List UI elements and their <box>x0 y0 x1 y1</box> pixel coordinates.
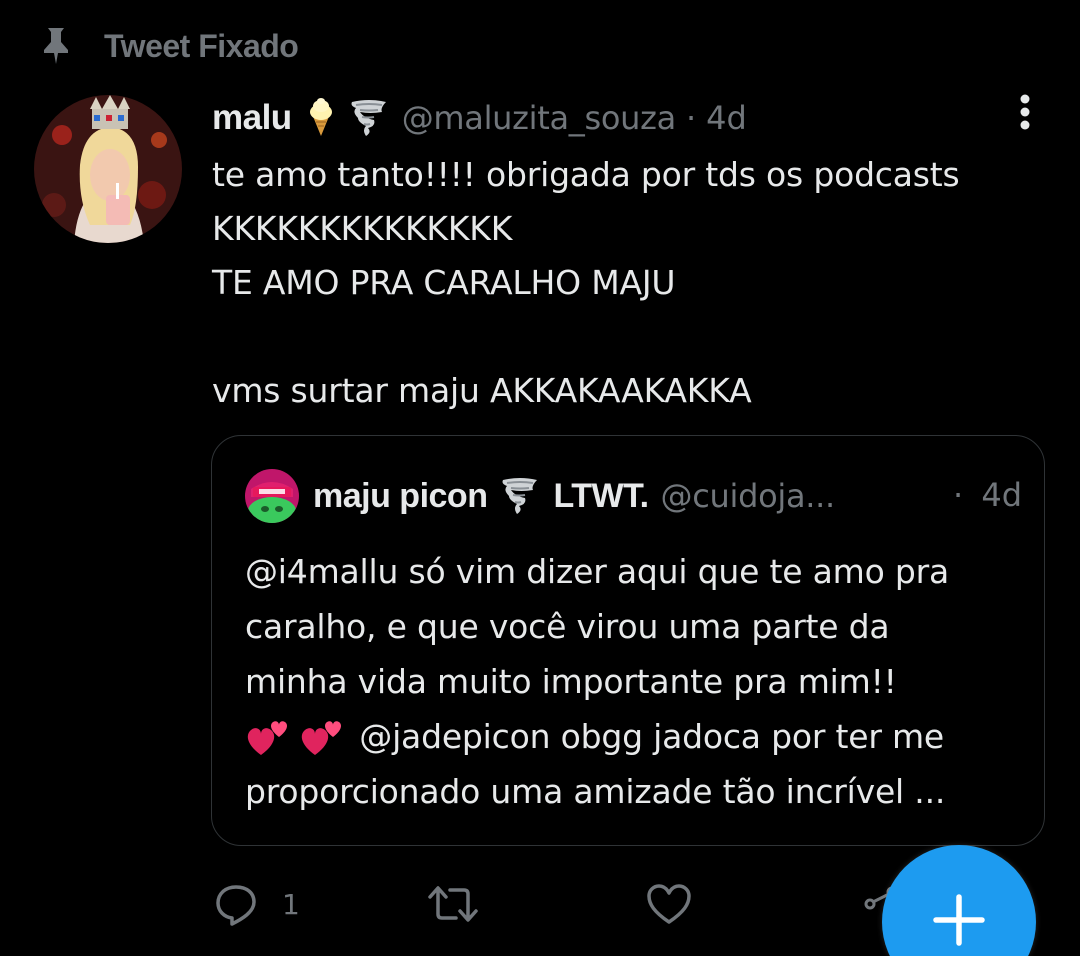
separator-dot: · <box>952 476 964 514</box>
tweet-text: te amo tanto!!!! obrigada por tds os pod… <box>212 148 1062 418</box>
quote-author-name: maju picon <box>313 476 488 515</box>
compose-tweet-button[interactable] <box>882 845 1036 956</box>
reply-icon <box>216 885 256 926</box>
two-hearts-emoji <box>301 720 341 755</box>
quote-text-line: proporcionado uma amizade tão incrível .… <box>245 772 946 811</box>
pinned-tweet-header: Tweet Fixado <box>38 26 299 66</box>
tweet-text-line: TE AMO PRA CARALHO MAJU <box>212 263 676 302</box>
retweet-icon <box>428 886 478 922</box>
like-button[interactable] <box>646 880 692 928</box>
quote-time: 4d <box>981 476 1022 514</box>
tweet-text-line: te amo tanto!!!! obrigada por tds os pod… <box>212 155 960 194</box>
tweet-text-line <box>212 310 1062 364</box>
two-hearts-emoji <box>247 720 287 755</box>
separator-dot: · <box>685 99 697 137</box>
reply-count: 1 <box>282 887 300 921</box>
quote-avatar <box>245 469 299 523</box>
quote-tweet-card[interactable]: maju picon LTWT. @cuidoja... · 4d @i4mal… <box>211 435 1045 846</box>
quote-text-line: @i4mallu só vim dizer aqui que te amo pr… <box>245 552 949 591</box>
tornado-emoji <box>502 478 538 514</box>
more-options-icon[interactable] <box>1010 92 1040 136</box>
quote-time-group: · 4d <box>953 476 1022 514</box>
quote-header: maju picon LTWT. @cuidoja... <box>245 469 1025 523</box>
author-name[interactable]: malu <box>212 98 292 138</box>
tweet-header: malu @maluzita_souza · 4d <box>212 94 747 142</box>
tweet-text-line: KKKKKKKKKKKKKK <box>212 209 513 248</box>
reply-button[interactable]: 1 <box>214 880 300 928</box>
avatar[interactable] <box>34 95 182 243</box>
quote-author-handle: @cuidoja... <box>660 477 836 515</box>
timeline: Tweet Fixado malu @maluzita_souza · 4d t… <box>0 0 1080 956</box>
quote-text: @i4mallu só vim dizer aqui que te amo pr… <box>245 544 1035 819</box>
heart-icon <box>647 884 691 924</box>
pinned-label: Tweet Fixado <box>104 27 299 64</box>
tornado-emoji <box>351 100 386 136</box>
plus-icon <box>933 894 985 946</box>
quote-text-line: minha vida muito importante pra mim!! <box>245 662 897 701</box>
quote-text-line-with-emoji: @jadepicon obgg jadoca por ter me <box>245 709 1035 764</box>
retweet-button[interactable] <box>428 880 478 928</box>
quote-author-name-suffix: LTWT. <box>553 476 649 515</box>
ice-cream-emoji <box>309 98 332 136</box>
author-handle[interactable]: @maluzita_souza <box>402 99 677 137</box>
pin-icon <box>44 28 68 64</box>
quote-text-line: @jadepicon obgg jadoca por ter me <box>349 717 945 756</box>
tweet-time[interactable]: 4d <box>706 99 747 137</box>
quote-text-line: caralho, e que você virou uma parte da <box>245 607 890 646</box>
tweet-text-line: vms surtar maju AKKAKAAKAKKA <box>212 371 752 410</box>
